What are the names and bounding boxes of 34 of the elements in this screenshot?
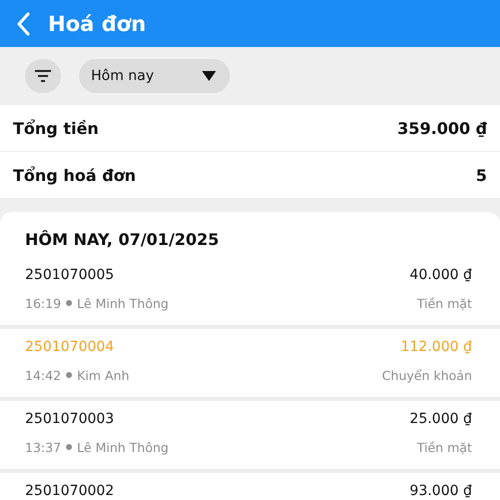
payment-method: Chuyển khoản: [382, 368, 472, 382]
back-icon[interactable]: [16, 12, 30, 36]
invoice-time: 13:37: [25, 440, 62, 454]
invoice-amount: 93.000 ₫: [410, 483, 472, 499]
invoice-code: 2501070003: [25, 411, 114, 427]
summary-value: 359.000 ₫: [397, 118, 487, 138]
invoice-amount: 40.000 ₫: [410, 267, 472, 283]
invoice-amount: 112.000 ₫: [400, 339, 472, 355]
invoice-code: 2501070002: [25, 483, 114, 499]
invoice-code: 2501070004: [25, 339, 114, 355]
summary-label: Tổng tiền: [13, 118, 99, 138]
dot-icon: [66, 444, 72, 450]
invoice-row[interactable]: 2501070003 25.000 ₫ 13:37 Lê Minh Thông Tiền mặt: [0, 401, 500, 473]
period-dropdown[interactable]: Hôm nay: [79, 59, 230, 93]
summary-label: Tổng hoá đơn: [13, 166, 136, 184]
invoice-row[interactable]: 2501070002 93.000 ₫: [0, 473, 500, 500]
invoice-time: 14:42: [25, 368, 62, 382]
staff-name: Lê Minh Thông: [77, 296, 169, 310]
screen-title: Hoá đơn: [48, 12, 146, 36]
group-heading: HÔM NAY, 07/01/2025: [24, 229, 220, 251]
invoice-row[interactable]: 2501070005 40.000 ₫ 16:19 Lê Minh Thông Tiền mặt: [0, 257, 500, 329]
caret-icon: [202, 71, 216, 81]
invoice-time: 16:19: [25, 296, 62, 310]
dot-icon: [66, 300, 72, 306]
staff-name: Lê Minh Thông: [77, 440, 169, 454]
filter-icon: [35, 70, 51, 82]
invoice-code: 2501070005: [25, 267, 114, 283]
filter-button[interactable]: [25, 59, 61, 93]
invoice-amount: 25.000 ₫: [410, 411, 472, 427]
payment-method: Tiền mặt: [416, 440, 472, 454]
staff-name: Kim Anh: [77, 368, 130, 382]
payment-method: Tiền mặt: [416, 296, 472, 310]
dot-icon: [66, 372, 72, 378]
summary-value: 5: [476, 166, 487, 184]
